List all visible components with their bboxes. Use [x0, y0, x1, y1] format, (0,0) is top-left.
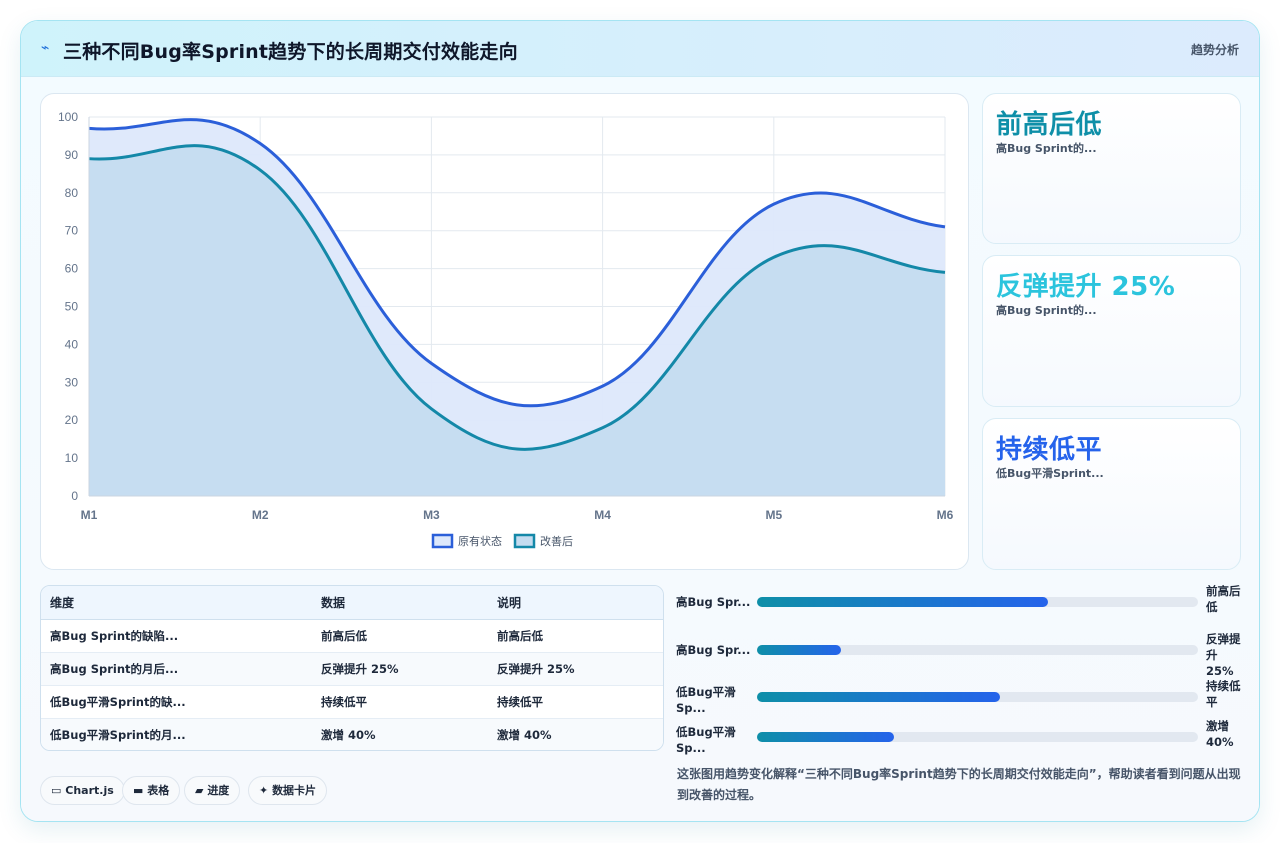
- legend-swatch: [513, 533, 536, 549]
- table-row: 低Bug平滑Sprint的月... 激增 40% 激增 40%: [41, 718, 663, 750]
- table-cell: 前高后低: [488, 619, 663, 653]
- progress-label: 高Bug Spr...: [676, 643, 751, 657]
- progress-fill: [757, 645, 841, 655]
- kpi-desc: 高Bug Sprint的...: [996, 142, 1097, 155]
- kpi-value: 反弹提升 25%: [996, 272, 1176, 302]
- table-cell: 反弹提升 25%: [488, 652, 663, 686]
- page-title: 三种不同Bug率Sprint趋势下的长周期交付效能走向: [63, 41, 518, 63]
- table-cell: 持续低平: [312, 685, 488, 719]
- chip-label: Chart.js: [65, 784, 114, 797]
- table-row: 高Bug Sprint的月后... 反弹提升 25% 反弹提升 25%: [41, 652, 663, 686]
- progress-fill: [757, 732, 894, 742]
- progress-label: 低Bug平滑Sp...: [676, 685, 736, 715]
- progress-value: 反弹提升 25%: [1206, 632, 1241, 678]
- chip-label: 数据卡片: [272, 784, 317, 797]
- progress-value: 前高后低: [1206, 584, 1241, 614]
- y-tick-label: 40: [65, 337, 79, 351]
- kpi-value: 持续低平: [996, 435, 1103, 465]
- progress-value: 激增 40%: [1206, 719, 1234, 749]
- table-cell: 高Bug Sprint的缺陷...: [41, 619, 312, 653]
- table-header-row: 维度 数据 说明: [41, 586, 663, 620]
- progress-track: [757, 692, 1198, 702]
- chart-caption: 这张图用趋势变化解释“三种不同Bug率Sprint趋势下的长周期交付效能走向”，…: [677, 767, 1241, 802]
- table-row: 高Bug Sprint的缺陷... 前高后低 前高后低: [41, 619, 663, 653]
- chart-panel: 0 10 20 30 40 50 60 70 80 90 100 M1 M2 M3 M4 M5 M6 原有状态 改善…: [40, 93, 969, 570]
- x-tick-label: M5: [765, 508, 782, 522]
- table-cell: 反弹提升 25%: [312, 652, 488, 686]
- y-tick-label: 60: [65, 262, 79, 276]
- column-header: 说明: [488, 586, 663, 620]
- y-tick-label: 80: [65, 186, 79, 200]
- x-tick-label: M6: [937, 508, 954, 522]
- table-cell: 前高后低: [312, 619, 488, 653]
- progress-icon: ▰: [195, 784, 204, 797]
- x-tick-label: M4: [594, 508, 611, 522]
- monitor-icon: ▭: [51, 784, 62, 797]
- table-cell: 高Bug Sprint的月后...: [41, 652, 312, 686]
- kpi-card-2: 反弹提升 25% 高Bug Sprint的...: [982, 255, 1241, 407]
- kpi-card-1: 前高后低 高Bug Sprint的...: [982, 93, 1241, 244]
- y-tick-label: 30: [65, 375, 79, 389]
- y-tick-label: 90: [65, 148, 79, 162]
- y-tick-label: 20: [65, 413, 79, 427]
- x-tick-label: M3: [423, 508, 440, 522]
- kpi-value: 前高后低: [996, 110, 1103, 140]
- legend-label: 原有状态: [458, 534, 502, 548]
- table-cell: 激增 40%: [312, 718, 488, 750]
- x-tick-label: M2: [252, 508, 269, 522]
- legend-label: 改善后: [540, 534, 573, 548]
- y-tick-label: 10: [65, 451, 79, 465]
- data-table: 维度 数据 说明 高Bug Sprint的缺陷... 前高后低 前高后低 高Bu…: [40, 585, 664, 751]
- column-header: 数据: [312, 586, 488, 620]
- table-icon: ▬: [133, 784, 144, 797]
- progress-row: 高Bug Spr... 反弹提升 25%: [676, 632, 1246, 678]
- dashboard-card: ⌁ 三种不同Bug率Sprint趋势下的长周期交付效能走向 趋势分析 0 10 20…: [20, 20, 1260, 822]
- progress-row: 低Bug平滑Sp... 激增 40%: [676, 719, 1246, 756]
- table-row: 低Bug平滑Sprint的缺... 持续低平 持续低平: [41, 685, 663, 719]
- progress-row: 高Bug Spr... 前高后低: [676, 584, 1246, 621]
- y-tick-label: 100: [58, 110, 78, 124]
- kpi-desc: 高Bug Sprint的...: [996, 304, 1097, 317]
- chip-chartjs[interactable]: ▭ Chart.js: [40, 776, 125, 805]
- kpi-desc: 低Bug平滑Sprint...: [996, 467, 1104, 480]
- column-header: 维度: [41, 586, 312, 620]
- table-cell: 持续低平: [488, 685, 663, 719]
- progress-value: 持续低平: [1206, 679, 1241, 709]
- progress-track: [757, 645, 1198, 655]
- progress-fill: [757, 692, 1000, 702]
- x-tick-label: M1: [81, 508, 98, 522]
- chart-line-icon: ⌁: [41, 40, 50, 56]
- card-header: ⌁ 三种不同Bug率Sprint趋势下的长周期交付效能走向 趋势分析: [21, 21, 1259, 77]
- area-chart: 0 10 20 30 40 50 60 70 80 90 100 M1 M2 M3 M4 M5 M6 原有状态 改善…: [58, 110, 954, 549]
- chip-label: 表格: [147, 784, 170, 797]
- progress-label: 高Bug Spr...: [676, 595, 751, 609]
- progress-label: 低Bug平滑Sp...: [676, 725, 736, 755]
- chip-table[interactable]: ▬ 表格: [122, 776, 181, 805]
- progress-fill: [757, 597, 1049, 607]
- progress-track: [757, 597, 1198, 607]
- table-cell: 低Bug平滑Sprint的月...: [41, 718, 312, 750]
- progress-row: 低Bug平滑Sp... 持续低平: [676, 679, 1246, 716]
- progress-track: [757, 732, 1198, 742]
- chip-data-card[interactable]: ✦ 数据卡片: [248, 776, 328, 805]
- table-cell: 激增 40%: [488, 718, 663, 750]
- y-tick-label: 50: [65, 300, 79, 314]
- chip-label: 进度: [207, 784, 230, 797]
- y-tick-label: 70: [65, 224, 79, 238]
- sparkle-icon: ✦: [259, 784, 269, 797]
- table-cell: 低Bug平滑Sprint的缺...: [41, 685, 312, 719]
- kpi-card-3: 持续低平 低Bug平滑Sprint...: [982, 418, 1241, 570]
- y-tick-label: 0: [71, 489, 78, 503]
- header-tag: 趋势分析: [1190, 43, 1239, 57]
- chip-progress[interactable]: ▰ 进度: [184, 776, 241, 805]
- legend-swatch: [431, 533, 454, 549]
